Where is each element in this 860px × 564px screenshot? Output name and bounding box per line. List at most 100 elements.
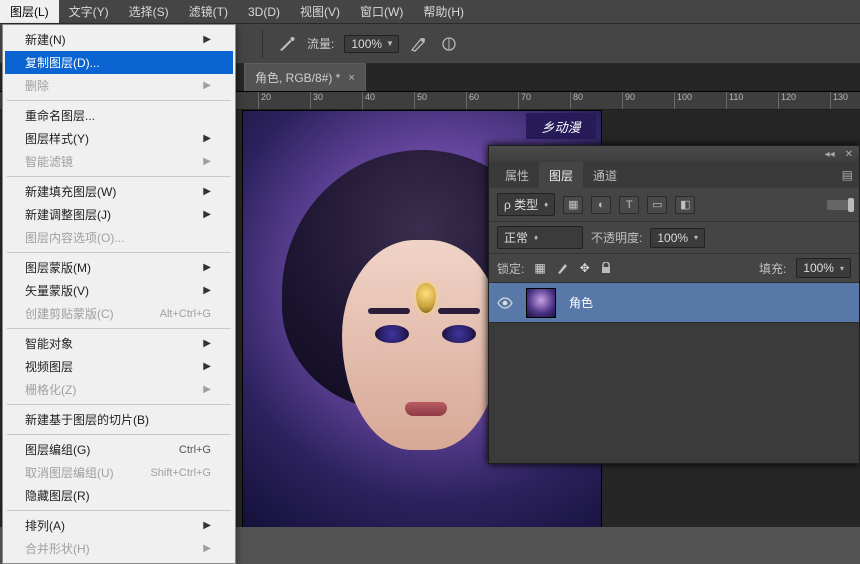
airbrush-icon[interactable] (277, 34, 297, 54)
filter-kind-select[interactable]: ρ 类型♦ (497, 193, 555, 216)
menu-item[interactable]: 重命名图层... (5, 104, 233, 127)
menu-window[interactable]: 窗口(W) (350, 0, 413, 23)
opacity-field[interactable]: 100%▾ (650, 228, 705, 248)
lock-paint-icon[interactable] (556, 261, 570, 275)
close-icon[interactable]: × (348, 72, 354, 84)
menu-separator (7, 434, 231, 435)
submenu-arrow-icon: ▶ (203, 80, 211, 91)
menu-separator (7, 252, 231, 253)
menu-item-label: 合并形状(H) (25, 540, 90, 557)
menu-item: 创建剪贴蒙版(C)Alt+Ctrl+G (5, 302, 233, 325)
menu-item[interactable]: 新建(N)▶ (5, 28, 233, 51)
lock-label: 锁定: (497, 260, 524, 277)
tab-properties[interactable]: 属性 (495, 162, 539, 188)
divider (262, 30, 263, 58)
menu-item[interactable]: 复制图层(D)... (5, 51, 233, 74)
menu-item[interactable]: 图层编组(G) Ctrl+G (5, 438, 233, 461)
opacity-label: 不透明度: (591, 229, 642, 246)
ruler-tick: 120 (778, 92, 779, 109)
filter-pixel-icon[interactable]: ▦ (563, 196, 583, 214)
document-tab[interactable]: 角色, RGB/8#) * × (244, 63, 366, 91)
filter-smart-icon[interactable]: ◧ (675, 196, 695, 214)
filter-shape-icon[interactable]: ▭ (647, 196, 667, 214)
layer-name[interactable]: 角色 (561, 294, 859, 311)
panel-titlebar[interactable]: ◂◂ ✕ (489, 146, 859, 162)
document-tab-title: 角色, RGB/8#) * (255, 69, 340, 86)
ruler-tick-label: 90 (625, 92, 635, 102)
menu-item-label: 取消图层编组(U) (25, 464, 114, 481)
menubar: 图层(L) 文字(Y) 选择(S) 滤镜(T) 3D(D) 视图(V) 窗口(W… (0, 0, 860, 24)
lock-row: 锁定: ▦ ✥ 填充: 100%▾ (489, 254, 859, 283)
menu-item[interactable]: 隐藏图层(R) (5, 484, 233, 507)
submenu-arrow-icon: ▶ (203, 186, 211, 197)
menu-item[interactable]: 智能对象▶ (5, 332, 233, 355)
symmetry-icon[interactable] (439, 34, 459, 54)
collapse-icon[interactable]: ◂◂ (825, 149, 835, 160)
menu-item: 合并形状(H) ▶ (5, 537, 233, 560)
menu-item-label: 新建(N) (25, 31, 66, 48)
tablet-pressure-icon[interactable] (409, 34, 429, 54)
ruler-tick: 90 (622, 92, 623, 109)
lock-transparency-icon[interactable]: ▦ (534, 261, 545, 275)
close-icon[interactable]: ✕ (845, 149, 853, 160)
menu-item-label: 图层蒙版(M) (25, 259, 91, 276)
fill-field[interactable]: 100%▾ (796, 258, 851, 278)
menu-separator (7, 328, 231, 329)
ruler-tick-label: 40 (365, 92, 375, 102)
eye-icon (497, 297, 513, 309)
ruler-tick: 130 (830, 92, 831, 109)
menu-item[interactable]: 新建基于图层的切片(B) (5, 408, 233, 431)
menu-item[interactable]: 新建调整图层(J)▶ (5, 203, 233, 226)
ruler-tick-label: 60 (469, 92, 479, 102)
layer-filter-row: ρ 类型♦ ▦ ◐ T ▭ ◧ (489, 188, 859, 222)
tab-channels[interactable]: 通道 (583, 162, 627, 188)
menu-item-label: 新建基于图层的切片(B) (25, 411, 149, 428)
menu-item: 图层内容选项(O)... (5, 226, 233, 249)
ruler-tick: 40 (362, 92, 363, 109)
submenu-arrow-icon: ▶ (203, 338, 211, 349)
menu-item-label: 排列(A) (25, 517, 65, 534)
ruler-tick-label: 20 (261, 92, 271, 102)
ruler-tick: 20 (258, 92, 259, 109)
menu-select[interactable]: 选择(S) (119, 0, 179, 23)
menu-item-label: 图层编组(G) (25, 441, 90, 458)
menu-item-label: 新建填充图层(W) (25, 183, 116, 200)
menu-layer[interactable]: 图层(L) (0, 0, 59, 23)
menu-item-label: 栅格化(Z) (25, 381, 76, 398)
layer-row[interactable]: 角色 (489, 283, 859, 323)
lock-position-icon[interactable]: ✥ (580, 261, 590, 275)
menu-item[interactable]: 图层样式(Y)▶ (5, 127, 233, 150)
ruler-tick-label: 50 (417, 92, 427, 102)
menu-shortcut: Ctrl+G (179, 444, 211, 456)
filter-type-icon[interactable]: T (619, 196, 639, 214)
menu-item-label: 新建调整图层(J) (25, 206, 111, 223)
layer-dropdown: 新建(N)▶复制图层(D)...删除▶重命名图层...图层样式(Y)▶智能滤镜▶… (2, 24, 236, 564)
menu-view[interactable]: 视图(V) (290, 0, 350, 23)
filter-toggle[interactable] (827, 200, 851, 210)
submenu-arrow-icon: ▶ (203, 543, 211, 554)
ruler-tick: 100 (674, 92, 675, 109)
menu-item[interactable]: 新建填充图层(W) ▶ (5, 180, 233, 203)
menu-item[interactable]: 排列(A)▶ (5, 514, 233, 537)
caret-down-icon: ▼ (386, 39, 394, 48)
tab-layers[interactable]: 图层 (539, 162, 583, 188)
menu-item[interactable]: 视频图层▶ (5, 355, 233, 378)
menu-item: 智能滤镜▶ (5, 150, 233, 173)
blend-mode-select[interactable]: 正常♦ (497, 226, 583, 249)
flow-field[interactable]: 100% ▼ (344, 35, 399, 53)
filter-adjust-icon[interactable]: ◐ (591, 196, 611, 214)
menu-type[interactable]: 文字(Y) (59, 0, 119, 23)
panel-menu-icon[interactable]: ▤ (842, 168, 853, 182)
ruler-tick: 110 (726, 92, 727, 109)
menu-3d[interactable]: 3D(D) (238, 0, 290, 23)
lock-all-icon[interactable] (600, 262, 612, 274)
layer-thumbnail[interactable] (521, 288, 561, 318)
menu-item[interactable]: 图层蒙版(M)▶ (5, 256, 233, 279)
menu-item[interactable]: 矢量蒙版(V)▶ (5, 279, 233, 302)
menu-item-label: 智能滤镜 (25, 153, 73, 170)
menu-item-label: 隐藏图层(R) (25, 487, 90, 504)
ruler-tick: 50 (414, 92, 415, 109)
visibility-toggle[interactable] (489, 297, 521, 309)
menu-filter[interactable]: 滤镜(T) (179, 0, 238, 23)
menu-help[interactable]: 帮助(H) (413, 0, 474, 23)
